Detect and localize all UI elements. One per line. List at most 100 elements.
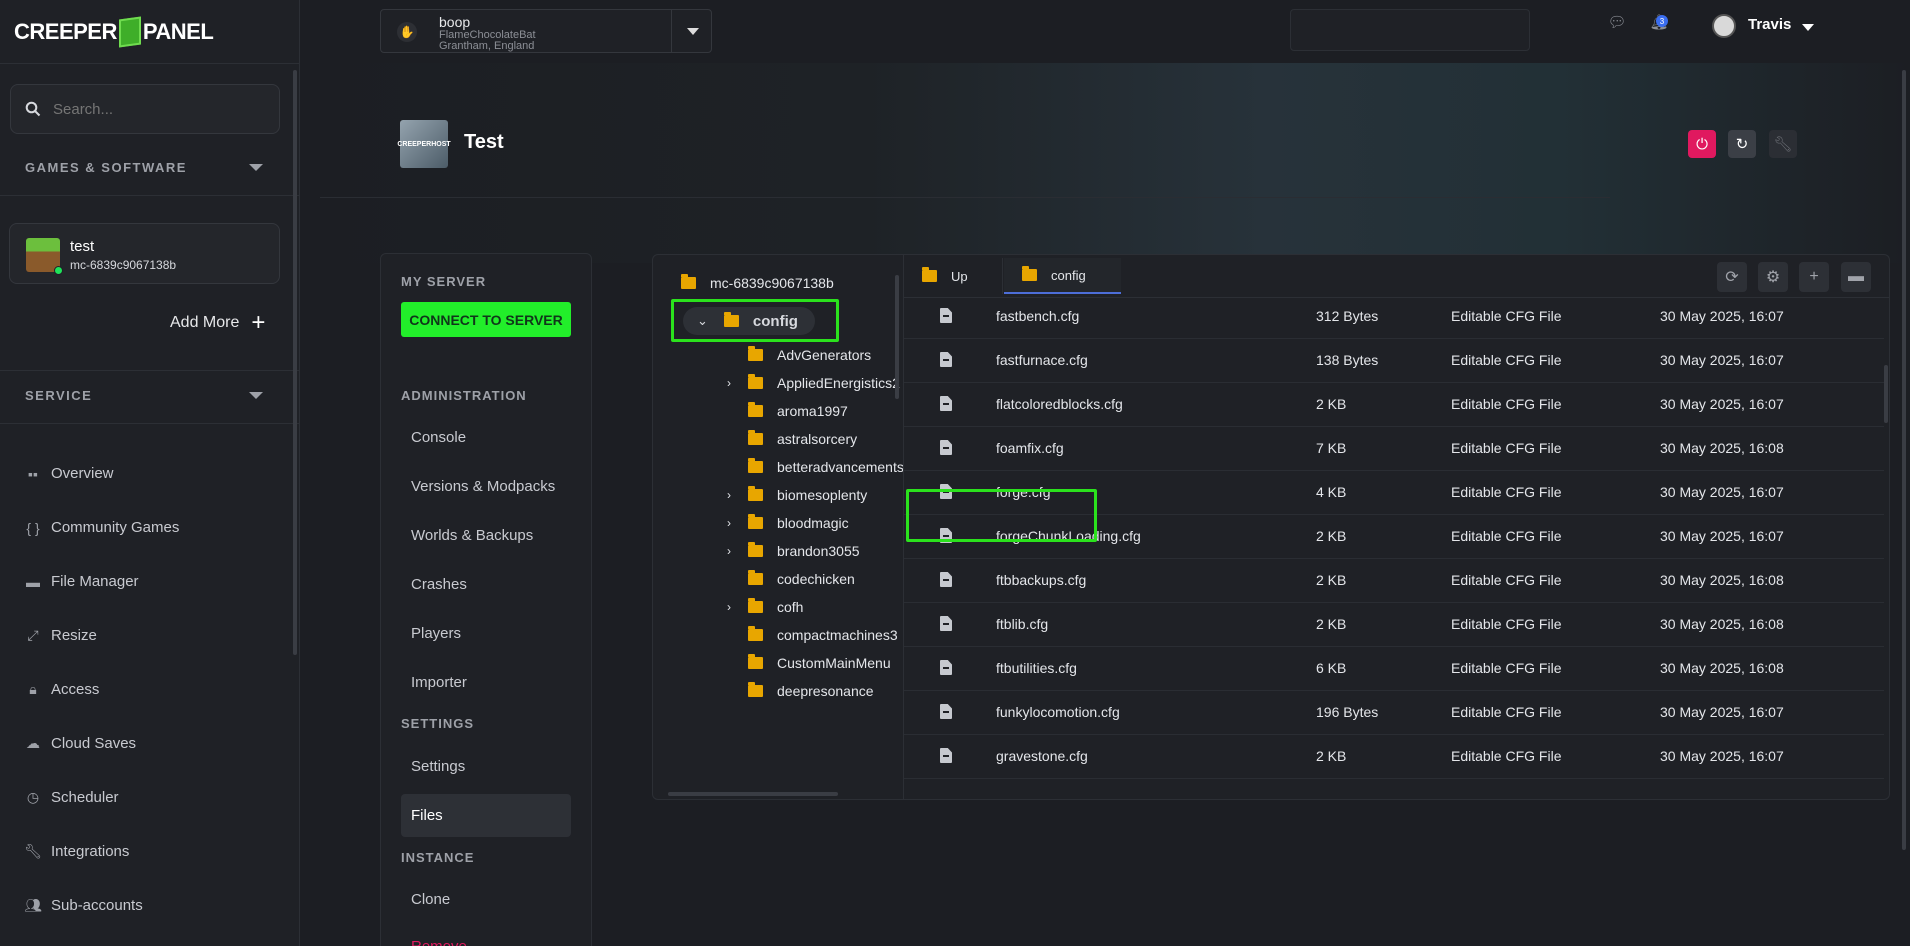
table-row[interactable]: gravestone.cfg 2 KB Editable CFG File 30 Ma…	[904, 735, 1884, 779]
file-list-scrollbar[interactable]	[1884, 365, 1888, 423]
tree-scrollbar-vertical[interactable]	[895, 275, 899, 399]
table-row[interactable]: ftbutilities.cfg 6 KB Editable CFG File 30 …	[904, 647, 1884, 691]
folder-up-icon	[922, 267, 937, 282]
panel-toggle-button[interactable]: ▬	[1841, 262, 1871, 292]
table-row[interactable]: flatcoloredblocks.cfg 2 KB Editable CFG Fi…	[904, 383, 1884, 427]
tree-item[interactable]: CustomMainMenu	[748, 649, 891, 677]
file-modified: 30 May 2025, 16:08	[1660, 440, 1784, 456]
tree-item[interactable]: AppliedEnergistics2	[748, 369, 900, 397]
tree-item[interactable]: deepresonance	[748, 677, 874, 705]
notification-badge: 3	[1656, 15, 1668, 27]
chevron-right-icon[interactable]: ›	[723, 516, 735, 530]
menu-item-versions-modpacks[interactable]: Versions & Modpacks	[411, 478, 555, 495]
tree-label: bloodmagic	[777, 515, 849, 531]
sidebar-item-scheduler[interactable]: ◷ Scheduler	[25, 789, 119, 806]
tree-item[interactable]: bloodmagic	[748, 509, 849, 537]
settings-button[interactable]: ⚙	[1758, 262, 1788, 292]
chevron-right-icon[interactable]: ›	[723, 544, 735, 558]
sidebar-item-label: Community Games	[51, 519, 180, 536]
table-row[interactable]: ftbbackups.cfg 2 KB Editable CFG File 30 Ma…	[904, 559, 1884, 603]
table-row[interactable]: funkylocomotion.cfg 196 Bytes Editable CFG…	[904, 691, 1884, 735]
sidebar-item-cloud-saves[interactable]: ☁ Cloud Saves	[25, 735, 136, 752]
sidebar-item-resize[interactable]: ⤢ Resize	[25, 627, 96, 644]
support-chat-icon[interactable]: 💬︎	[1607, 13, 1626, 31]
tab-up[interactable]: Up	[904, 258, 1003, 294]
sidebar-item-integrations[interactable]: 🔧︎ Integrations	[24, 843, 129, 860]
tree-item[interactable]: cofh	[748, 593, 803, 621]
folder-icon	[748, 430, 763, 445]
sidebar-item-community-games[interactable]: { } Community Games	[25, 519, 179, 536]
add-button[interactable]: +	[1799, 262, 1829, 292]
sidebar-scrollbar[interactable]	[293, 70, 297, 655]
tree-label: AdvGenerators	[777, 347, 872, 363]
sidebar-item-file-manager[interactable]: ▬ File Manager	[25, 573, 139, 590]
menu-item-importer[interactable]: Importer	[411, 674, 467, 691]
add-more-button[interactable]: Add More +	[170, 311, 265, 335]
tree-scrollbar-horizontal[interactable]	[668, 792, 838, 796]
sidebar-item-access[interactable]: 🔒︎ Access	[25, 681, 99, 698]
divider	[0, 195, 300, 196]
tools-button[interactable]: 🔧︎	[1769, 130, 1797, 158]
account-bar	[1290, 9, 1530, 51]
tree-label: astralsorcery	[777, 431, 858, 447]
tree-item[interactable]: aroma1997	[748, 397, 848, 425]
tree-root[interactable]: mc-6839c9067138b	[681, 269, 834, 297]
file-name: gravestone.cfg	[996, 748, 1088, 764]
table-row[interactable]: ftblib.cfg 2 KB Editable CFG File 30 May 20…	[904, 603, 1884, 647]
table-row[interactable]: foamfix.cfg 7 KB Editable CFG File 30 May 2…	[904, 427, 1884, 471]
sidebar-item-label: Cloud Saves	[51, 735, 137, 752]
tree-item[interactable]: betteradvancements	[748, 453, 903, 481]
file-modified: 30 May 2025, 16:07	[1660, 308, 1784, 324]
clock-icon: ◷	[26, 789, 40, 805]
tree-item[interactable]: biomesoplenty	[748, 481, 867, 509]
folder-icon	[748, 570, 763, 585]
tab-config[interactable]: config	[1004, 258, 1121, 294]
menu-item-worlds-backups[interactable]: Worlds & Backups	[411, 527, 533, 544]
folder-icon	[748, 374, 763, 389]
menu-item-settings[interactable]: Settings	[411, 758, 465, 775]
tree-item[interactable]: compactmachines3	[748, 621, 898, 649]
service-section[interactable]: SERVICE	[25, 388, 263, 403]
tree-item-config[interactable]: ⌄ config	[683, 307, 815, 335]
chevron-right-icon[interactable]: ›	[723, 488, 735, 502]
search-box[interactable]	[10, 84, 280, 134]
tree-item[interactable]: codechicken	[748, 565, 855, 593]
logo-text-left: CREEPER	[14, 19, 117, 44]
menu-item-clone[interactable]: Clone	[411, 891, 450, 908]
tree-item[interactable]: AdvGenerators	[748, 341, 871, 369]
avatar[interactable]	[1712, 14, 1736, 38]
wrench-icon: 🔧︎	[24, 843, 42, 859]
file-type: Editable CFG File	[1451, 660, 1562, 676]
file-size: 196 Bytes	[1316, 704, 1379, 720]
menu-item-console[interactable]: Console	[411, 429, 466, 446]
sidebar-item-overview[interactable]: ▪▪ Overview	[25, 465, 113, 482]
tree-item[interactable]: brandon3055	[748, 537, 860, 565]
chevron-right-icon[interactable]: ›	[723, 600, 735, 614]
user-switcher[interactable]: ✋ boop FlameChocolateBat Grantham, Engla…	[380, 9, 712, 53]
creeperpanel-logo[interactable]: CREEPER PANEL	[14, 10, 214, 54]
games-software-section[interactable]: GAMES & SOFTWARE	[25, 160, 263, 175]
menu-item-remove[interactable]: Remove	[411, 938, 467, 946]
power-button[interactable]: ⏻	[1688, 130, 1716, 158]
menu-item-players[interactable]: Players	[411, 625, 461, 642]
menu-item-files[interactable]: Files	[401, 794, 571, 837]
sidebar-item-sub-accounts[interactable]: 👥︎ Sub-accounts	[24, 897, 143, 914]
file-type: Editable CFG File	[1451, 352, 1562, 368]
server-card[interactable]: test mc-6839c9067138b	[9, 223, 280, 284]
tree-item[interactable]: astralsorcery	[748, 425, 857, 453]
table-row[interactable]: fastfurnace.cfg 138 Bytes Editable CFG Fil…	[904, 339, 1884, 383]
account-name[interactable]: Travis	[1748, 16, 1791, 33]
file-modified: 30 May 2025, 16:08	[1660, 660, 1784, 676]
connect-to-server-button[interactable]: CONNECT TO SERVER	[401, 302, 571, 337]
file-type: Editable CFG File	[1451, 396, 1562, 412]
chevron-down-icon[interactable]	[1802, 24, 1814, 31]
refresh-button[interactable]: ⟳	[1717, 262, 1747, 292]
search-input[interactable]	[53, 100, 253, 118]
file-icon	[940, 396, 952, 411]
page-scrollbar[interactable]	[1902, 70, 1906, 850]
table-row[interactable]: fastbench.cfg 312 Bytes Editable CFG File 3…	[904, 295, 1884, 339]
file-icon	[940, 308, 952, 323]
menu-item-crashes[interactable]: Crashes	[411, 576, 467, 593]
restart-button[interactable]: ↻	[1728, 130, 1756, 158]
chevron-right-icon[interactable]: ›	[723, 376, 735, 390]
